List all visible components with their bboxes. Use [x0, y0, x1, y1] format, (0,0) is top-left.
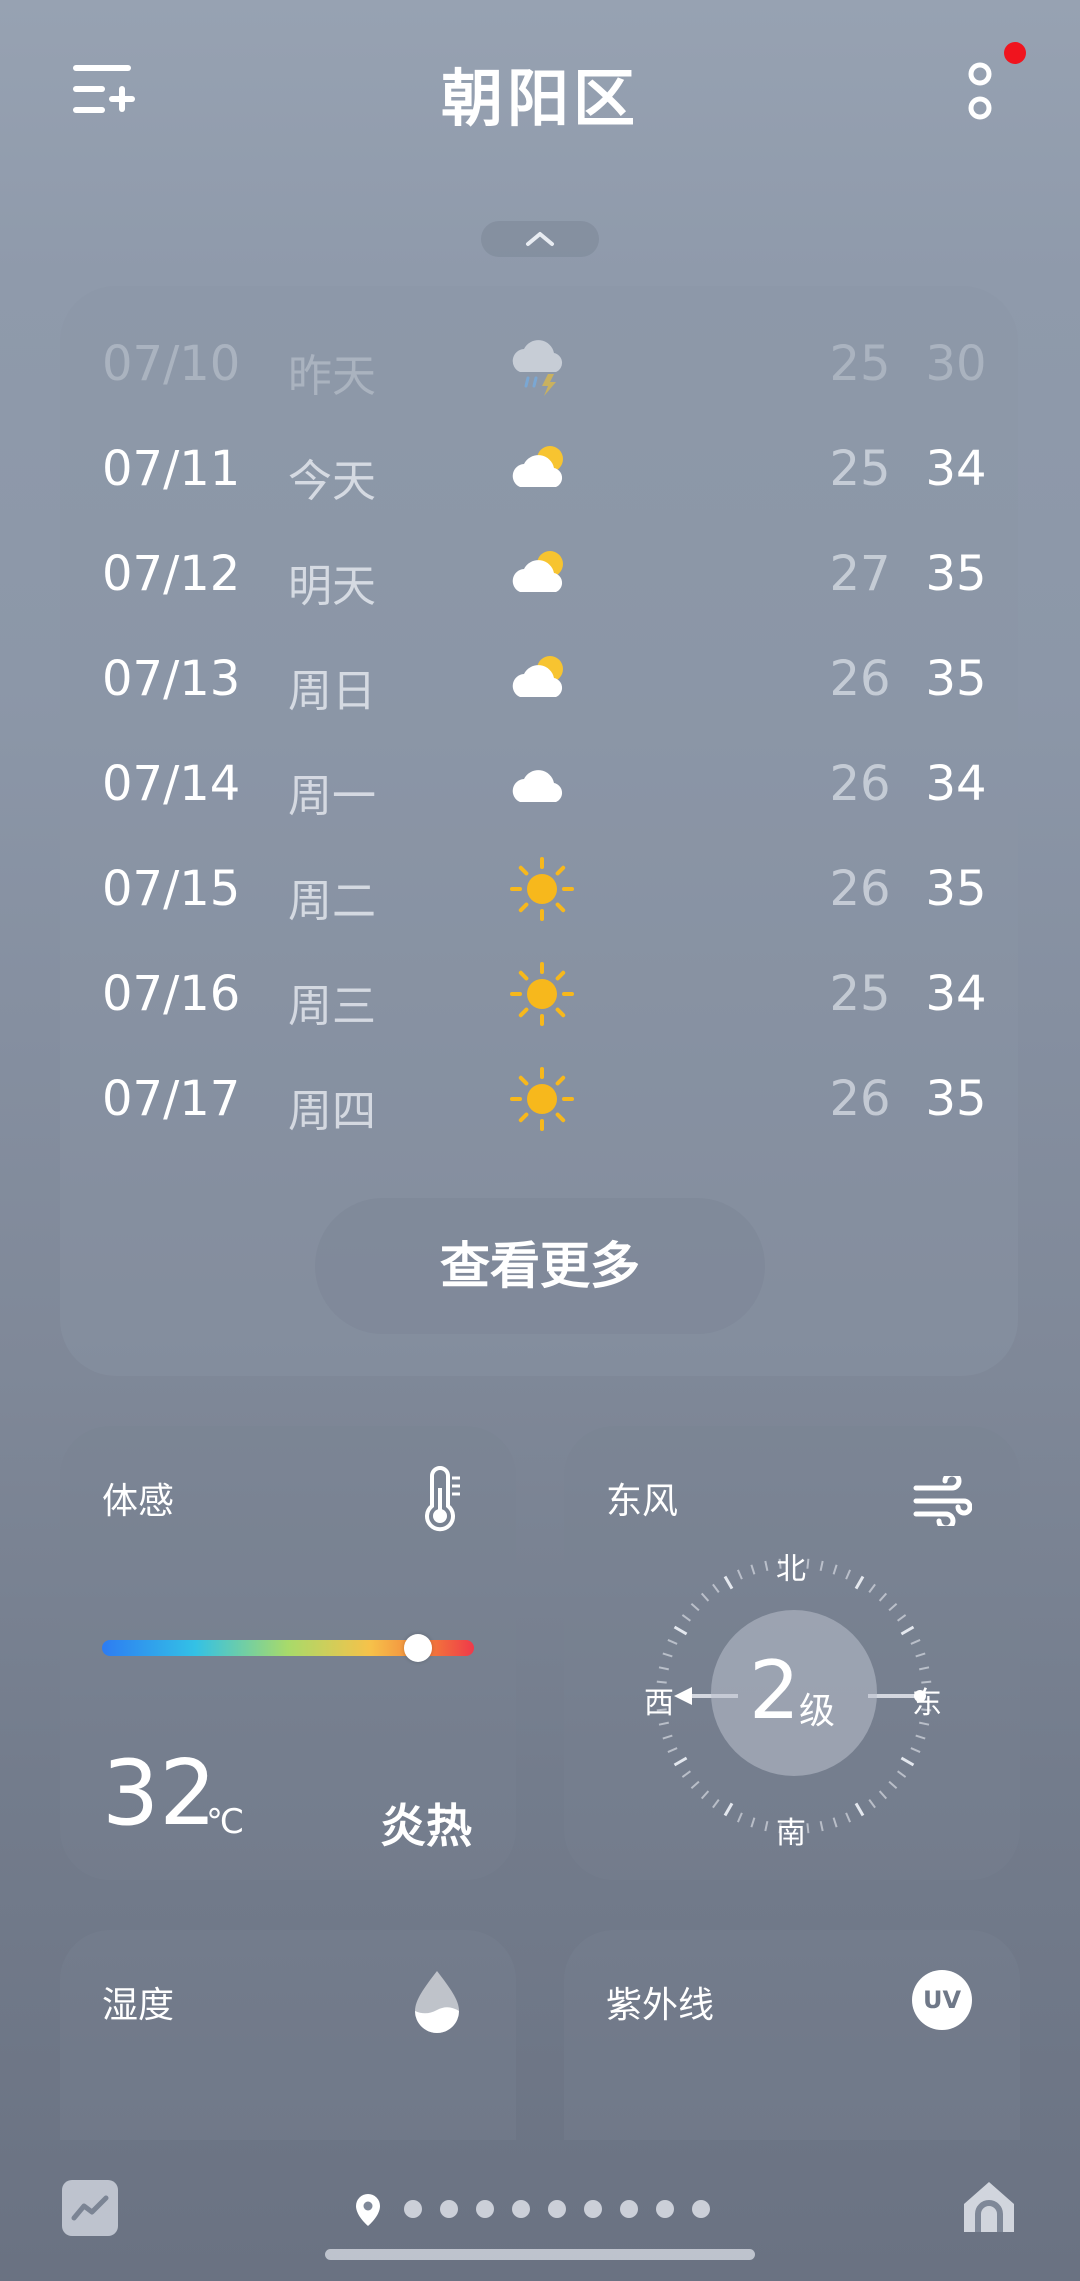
- uv-label: 紫外线: [606, 1985, 715, 2026]
- thunder-rain-icon: [506, 328, 578, 400]
- page-indicator-dot[interactable]: [404, 2200, 422, 2218]
- wind-icon: [913, 1476, 972, 1526]
- forecast-high-temp: 30: [925, 336, 987, 392]
- forecast-day: 明天: [288, 561, 376, 612]
- forecast-day: 周二: [288, 876, 376, 927]
- location-pin-icon[interactable]: [353, 2192, 383, 2228]
- forecast-low-temp: 26: [829, 756, 891, 812]
- forecast-date: 07/16: [102, 966, 241, 1022]
- water-drop-icon: [415, 1971, 459, 2033]
- collapse-handle[interactable]: [481, 221, 599, 257]
- feels-like-card[interactable]: 体感 32 ℃ 炎热: [60, 1426, 516, 1880]
- feels-like-description: 炎热: [380, 1799, 472, 1853]
- compass-south-label: 南: [776, 1816, 806, 1851]
- forecast-row[interactable]: 07/10 昨天 25 30: [60, 314, 1018, 414]
- humidity-label: 湿度: [102, 1985, 175, 2026]
- forecast-row[interactable]: 07/17 周四 26 35: [60, 1049, 1018, 1149]
- notification-dot: [1004, 42, 1026, 64]
- forecast-low-temp: 26: [829, 861, 891, 917]
- forecast-date: 07/12: [102, 546, 241, 602]
- page-indicator-dot[interactable]: [476, 2200, 494, 2218]
- forecast-low-temp: 26: [829, 1071, 891, 1127]
- forecast-high-temp: 35: [925, 546, 987, 602]
- partly-cloudy-icon: [506, 643, 578, 715]
- feels-like-unit: ℃: [206, 1802, 245, 1842]
- forecast-row[interactable]: 07/11 今天 25 34: [60, 419, 1018, 519]
- page-indicator-dot[interactable]: [512, 2200, 530, 2218]
- forecast-day: 周日: [288, 666, 376, 717]
- wind-card[interactable]: 东风 北 南 西 东 2 级: [564, 1426, 1020, 1880]
- forecast-date: 07/14: [102, 756, 241, 812]
- city-title: 朝阳区: [440, 62, 639, 135]
- uv-card[interactable]: 紫外线 UV: [564, 1930, 1020, 2140]
- trend-chart-icon[interactable]: [62, 2180, 118, 2236]
- feels-like-label: 体感: [102, 1481, 175, 1522]
- wind-level-value: 2: [749, 1644, 800, 1737]
- feels-like-value: 32: [102, 1741, 217, 1846]
- page-indicator-dot[interactable]: [548, 2200, 566, 2218]
- forecast-low-temp: 25: [829, 336, 891, 392]
- sunny-icon: [506, 1063, 578, 1135]
- sunny-icon: [506, 958, 578, 1030]
- forecast-day: 昨天: [288, 351, 376, 402]
- forecast-date: 07/13: [102, 651, 241, 707]
- forecast-row[interactable]: 07/13 周日 26 35: [60, 629, 1018, 729]
- forecast-row[interactable]: 07/15 周二 26 35: [60, 839, 1018, 939]
- forecast-high-temp: 35: [925, 861, 987, 917]
- more-vertical-icon[interactable]: [950, 58, 1010, 130]
- partly-cloudy-icon: [506, 433, 578, 505]
- forecast-high-temp: 34: [925, 966, 987, 1022]
- cloudy-icon: [506, 748, 578, 820]
- forecast-high-temp: 34: [925, 441, 987, 497]
- page-indicator-dot[interactable]: [440, 2200, 458, 2218]
- wind-direction-label: 东风: [606, 1481, 679, 1522]
- page-indicator-dot[interactable]: [620, 2200, 638, 2218]
- forecast-low-temp: 27: [829, 546, 891, 602]
- forecast-date: 07/17: [102, 1071, 241, 1127]
- forecast-high-temp: 35: [925, 651, 987, 707]
- forecast-date: 07/11: [102, 441, 241, 497]
- compass-west-label: 西: [644, 1686, 674, 1721]
- partly-cloudy-icon: [506, 538, 578, 610]
- forecast-day: 周一: [288, 771, 376, 822]
- forecast-day: 今天: [288, 456, 376, 507]
- forecast-low-temp: 25: [829, 441, 891, 497]
- home-icon[interactable]: [960, 2178, 1018, 2234]
- view-more-button[interactable]: 查看更多: [315, 1198, 765, 1334]
- home-indicator[interactable]: [325, 2249, 755, 2260]
- forecast-high-temp: 35: [925, 1071, 987, 1127]
- daily-forecast-card: 07/10 昨天 25 30 07/11 今天 25 34 07/12 明天 27 35 07/13 周日…: [60, 286, 1018, 1376]
- page-indicator-dot[interactable]: [656, 2200, 674, 2218]
- page-indicator-dot[interactable]: [584, 2200, 602, 2218]
- uv-icon: UV: [912, 1970, 972, 2030]
- page-indicator-dot[interactable]: [692, 2200, 710, 2218]
- sunny-icon: [506, 853, 578, 925]
- humidity-card[interactable]: 湿度: [60, 1930, 516, 2140]
- forecast-low-temp: 25: [829, 966, 891, 1022]
- forecast-day: 周四: [288, 1086, 376, 1137]
- wind-level-unit: 级: [799, 1691, 836, 1732]
- forecast-low-temp: 26: [829, 651, 891, 707]
- forecast-row[interactable]: 07/12 明天 27 35: [60, 524, 1018, 624]
- compass-north-label: 北: [776, 1552, 806, 1587]
- forecast-day: 周三: [288, 981, 376, 1032]
- wind-level-badge: 2 级: [711, 1610, 877, 1776]
- forecast-date: 07/10: [102, 336, 241, 392]
- chevron-up-icon: [526, 232, 554, 246]
- feels-like-indicator: [404, 1634, 433, 1662]
- thermometer-icon: [425, 1466, 460, 1532]
- forecast-date: 07/15: [102, 861, 241, 917]
- forecast-high-temp: 34: [925, 756, 987, 812]
- forecast-row[interactable]: 07/14 周一 26 34: [60, 734, 1018, 834]
- forecast-row[interactable]: 07/16 周三 25 34: [60, 944, 1018, 1044]
